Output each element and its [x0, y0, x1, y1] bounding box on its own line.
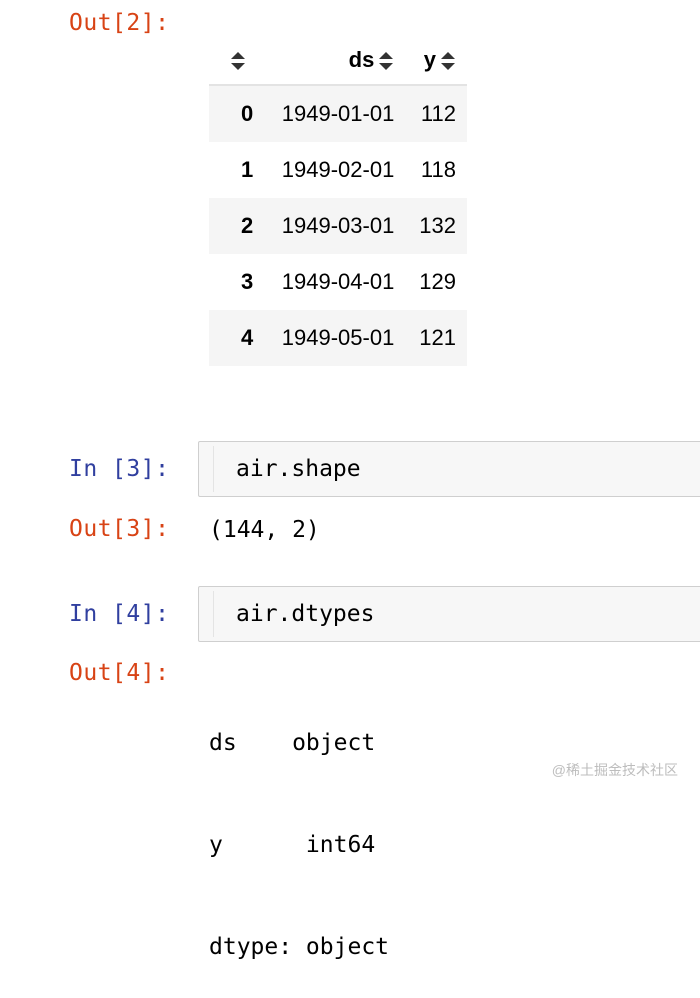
cell-y: 129 — [419, 269, 456, 294]
column-header-y[interactable]: y — [405, 36, 467, 85]
index-header[interactable] — [209, 36, 261, 85]
code-input-cell-4[interactable]: air.dtypes — [198, 586, 700, 642]
sort-icon — [441, 52, 455, 71]
in-prompt-3: In [3]: — [69, 456, 170, 482]
code-input-cell-3[interactable]: air.shape — [198, 441, 700, 497]
dataframe-table: ds y 0 1949-01-01 112 1 1949-02-01 118 2… — [209, 36, 467, 366]
table-row: 1 1949-02-01 118 — [209, 142, 467, 198]
table-row: 4 1949-05-01 121 — [209, 310, 467, 366]
cell-ds: 1949-03-01 — [281, 213, 395, 238]
row-index: 2 — [240, 213, 254, 238]
output-line: dtype: object — [209, 934, 390, 960]
code-text[interactable]: air.shape — [236, 456, 361, 482]
cell-y: 118 — [420, 157, 456, 182]
code-text[interactable]: air.dtypes — [236, 601, 374, 627]
sort-icon — [231, 52, 245, 71]
watermark: @稀土掘金技术社区 — [551, 762, 678, 778]
output-line: y int64 — [209, 832, 376, 858]
column-header-ds[interactable]: ds — [261, 36, 405, 85]
row-index: 0 — [240, 101, 254, 126]
cell-ds: 1949-05-01 — [281, 325, 395, 350]
row-index: 3 — [240, 269, 254, 294]
output-text-4: ds object y int64 dtype: object — [209, 658, 389, 998]
out-prompt-4: Out[4]: — [69, 660, 170, 686]
output-text-3: (144, 2) — [209, 517, 320, 543]
cell-y: 121 — [419, 325, 456, 350]
table-row: 3 1949-04-01 129 — [209, 254, 467, 310]
table-row: 2 1949-03-01 132 — [209, 198, 467, 254]
out-prompt-2: Out[2]: — [69, 10, 170, 36]
cell-y: 132 — [419, 213, 456, 238]
table-header-row: ds y — [209, 36, 467, 85]
row-index: 4 — [240, 325, 254, 350]
cell-y: 112 — [420, 101, 456, 126]
sort-icon — [379, 52, 394, 71]
cell-gutter — [213, 591, 214, 637]
cell-ds: 1949-04-01 — [281, 269, 395, 294]
table-row: 0 1949-01-01 112 — [209, 85, 467, 142]
column-header-label: ds — [348, 47, 375, 72]
in-prompt-4: In [4]: — [69, 601, 170, 627]
cell-gutter — [213, 446, 214, 492]
cell-ds: 1949-02-01 — [281, 157, 395, 182]
cell-ds: 1949-01-01 — [281, 101, 395, 126]
out-prompt-3: Out[3]: — [69, 516, 170, 542]
row-index: 1 — [240, 157, 254, 182]
output-line: ds object — [209, 730, 376, 756]
column-header-label: y — [423, 47, 436, 72]
